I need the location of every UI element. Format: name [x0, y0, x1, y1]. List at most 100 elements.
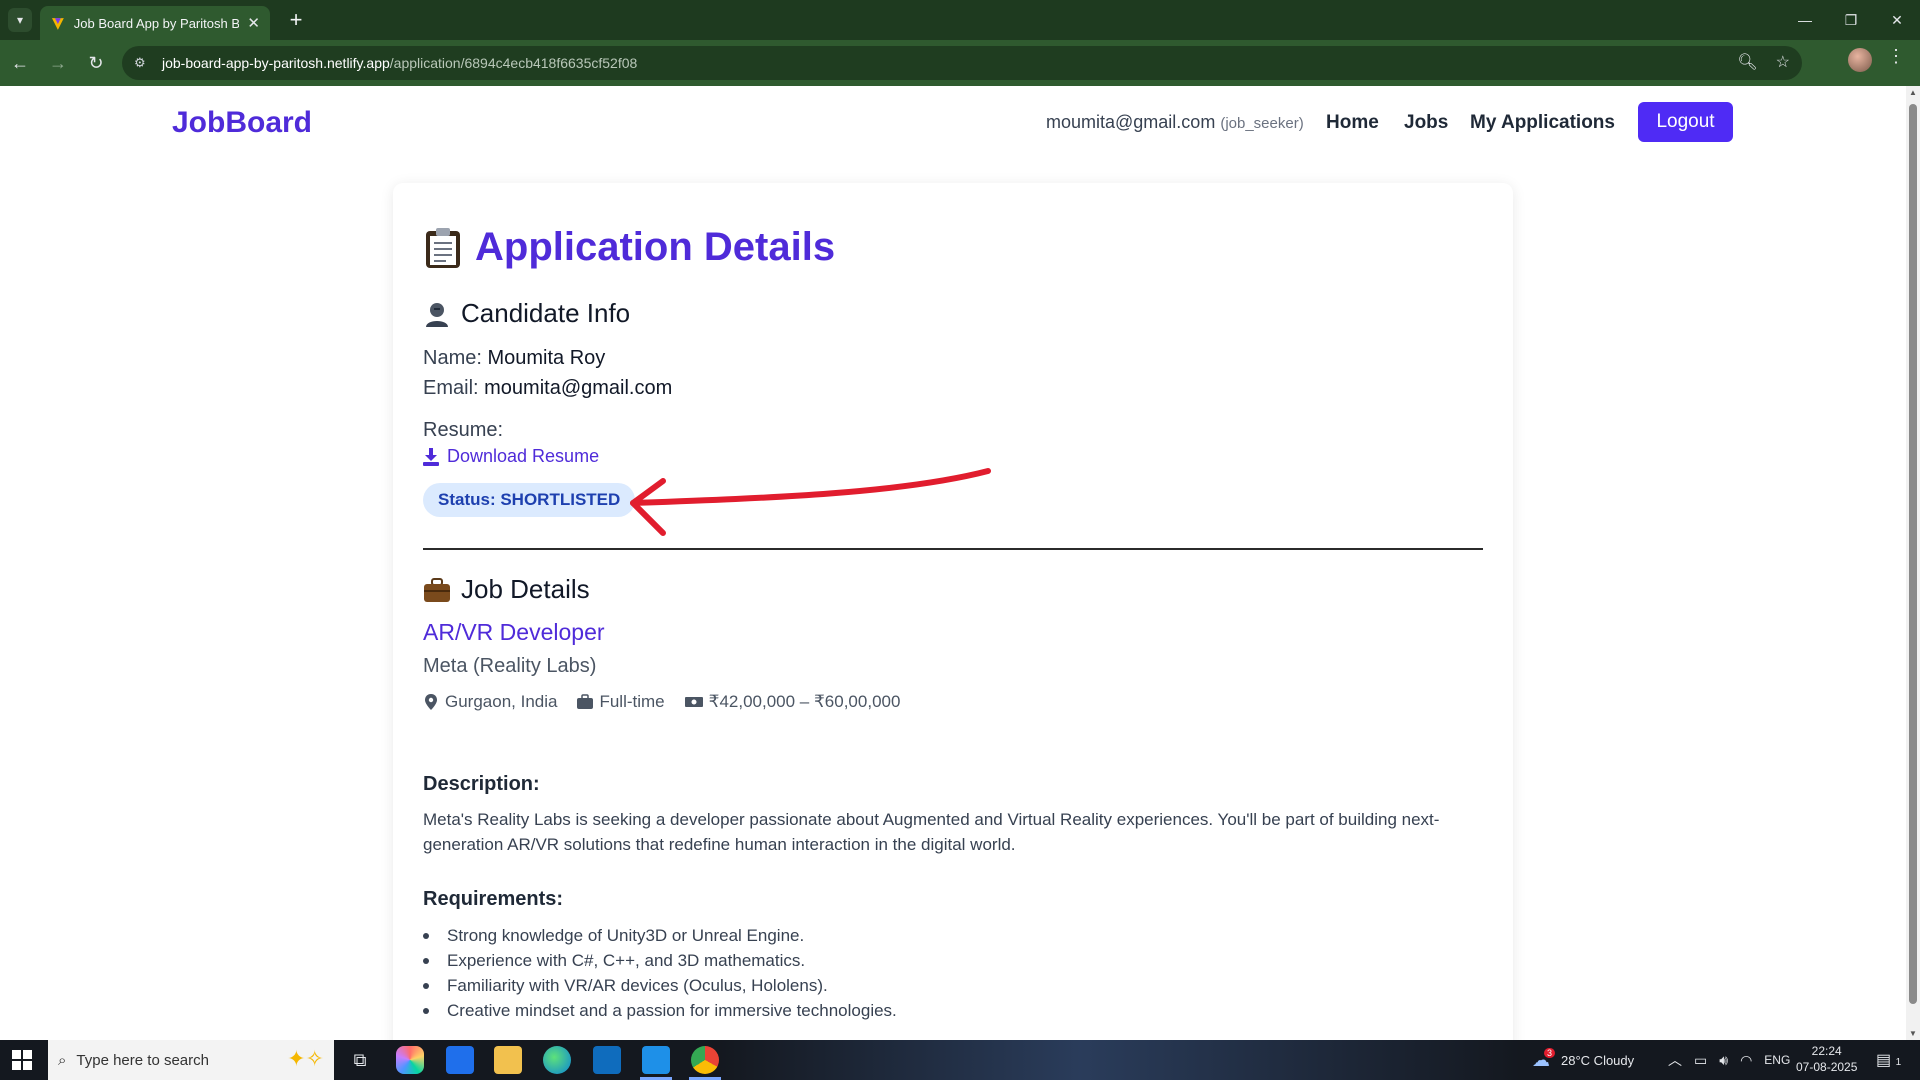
job-type: Full-time: [577, 692, 665, 712]
web-page: JobBoard moumita@gmail.com (job_seeker) …: [0, 86, 1906, 1080]
clock-time: 22:24: [1811, 1044, 1842, 1058]
list-item: Strong knowledge of Unity3D or Unreal En…: [423, 923, 897, 948]
candidate-email: Email: moumita@gmail.com: [423, 377, 672, 400]
nav-jobs-link[interactable]: Jobs: [1404, 112, 1448, 134]
scroll-thumb[interactable]: [1909, 104, 1917, 1004]
forward-arrow-icon[interactable]: →: [40, 45, 76, 81]
tab-search-chevron-icon[interactable]: ▾: [8, 8, 32, 32]
new-tab-plus-icon[interactable]: +: [282, 6, 310, 34]
page-title: Application Details: [423, 225, 835, 270]
description-label: Description:: [423, 773, 540, 795]
minimize-icon[interactable]: —: [1782, 0, 1828, 40]
taskbar-background-glow: [720, 1040, 1520, 1080]
notification-center-icon[interactable]: ▤ 1: [1876, 1050, 1901, 1070]
address-bar[interactable]: ⚙ job-board-app-by-paritosh.netlify.app …: [122, 46, 1802, 80]
application-card: Application Details Candidate Info Name:…: [393, 183, 1513, 1080]
user-role: (job_seeker): [1220, 115, 1304, 132]
taskbar-search-box[interactable]: ⌕ Type here to search ✦✧: [48, 1040, 334, 1080]
job-location: Gurgaon, India: [423, 692, 557, 712]
tab-close-icon[interactable]: ✕: [247, 14, 260, 32]
site-navbar: JobBoard moumita@gmail.com (job_seeker) …: [0, 86, 1906, 154]
nav-home-link[interactable]: Home: [1326, 112, 1379, 134]
list-item: Creative mindset and a passion for immer…: [423, 998, 897, 1023]
candidate-info-heading: Candidate Info: [423, 298, 630, 329]
status-badge: Status: SHORTLISTED: [423, 483, 636, 517]
scroll-up-arrow-icon[interactable]: ▲: [1909, 88, 1917, 97]
requirements-label: Requirements:: [423, 888, 564, 910]
requirement-text: Experience with C#, C++, and 3D mathemat…: [447, 950, 806, 970]
copilot-icon[interactable]: [396, 1046, 424, 1074]
bullet: [423, 957, 429, 964]
user-silhouette-icon: [426, 302, 448, 327]
url-path: /application/6894c4ecb418f6635cf52f08: [389, 55, 638, 71]
chrome-icon[interactable]: [691, 1046, 719, 1074]
netlify-favicon-icon: [51, 18, 64, 30]
briefcase-icon: [424, 577, 450, 602]
job-meta: Gurgaon, India Full-time ₹42,00,000 – ₹6…: [423, 692, 900, 712]
job-location-text: Gurgaon, India: [445, 692, 558, 711]
meet-now-icon[interactable]: ▭: [1694, 1052, 1707, 1069]
email-value: moumita@gmail.com: [484, 377, 673, 399]
current-user: moumita@gmail.com (job_seeker): [1046, 112, 1304, 133]
bullet: [423, 982, 429, 989]
nav-my-applications-link[interactable]: My Applications: [1470, 112, 1615, 134]
outlook-icon[interactable]: [593, 1046, 621, 1074]
file-explorer-icon[interactable]: [494, 1046, 522, 1074]
email-label: Email:: [423, 377, 479, 399]
job-details-heading: Job Details: [423, 574, 590, 605]
browser-tab[interactable]: Job Board App by Paritosh Barm ✕: [40, 6, 270, 40]
requirements-list: Strong knowledge of Unity3D or Unreal En…: [423, 923, 897, 1023]
page-title-text: Application Details: [475, 225, 836, 269]
job-salary-text: ₹42,00,000 – ₹60,00,000: [708, 692, 901, 711]
weather-widget[interactable]: ☁ 3 28°C Cloudy: [1532, 1040, 1634, 1080]
candidate-info-heading-text: Candidate Info: [461, 298, 631, 328]
task-view-icon[interactable]: ⧉: [346, 1046, 374, 1074]
windows-start-icon[interactable]: [12, 1050, 32, 1070]
browser-menu-icon[interactable]: ⋮: [1886, 46, 1906, 67]
clipboard-icon: [426, 227, 460, 268]
page-scrollbar[interactable]: ▲ ▼: [1906, 86, 1920, 1040]
requirement-text: Familiarity with VR/AR devices (Oculus, …: [447, 975, 828, 995]
site-info-icon[interactable]: ⚙: [134, 55, 156, 71]
profile-avatar[interactable]: [1848, 48, 1872, 72]
back-arrow-icon[interactable]: ←: [2, 45, 38, 81]
list-item: Familiarity with VR/AR devices (Oculus, …: [423, 973, 897, 998]
bullet: [423, 932, 429, 939]
brand-logo[interactable]: JobBoard: [172, 106, 312, 140]
job-details-heading-text: Job Details: [461, 574, 590, 604]
search-highlight-sparkle-icon: ✦✧: [287, 1046, 324, 1071]
edge-browser-icon[interactable]: [543, 1046, 571, 1074]
candidate-name: Name: Moumita Roy: [423, 347, 605, 370]
bookmark-star-icon[interactable]: ☆: [1776, 52, 1790, 72]
job-salary: ₹42,00,000 – ₹60,00,000: [684, 692, 901, 712]
job-title-link[interactable]: AR/VR Developer: [423, 619, 605, 646]
weather-text: 28°C Cloudy: [1561, 1052, 1635, 1068]
clock-date: 07-08-2025: [1796, 1060, 1858, 1074]
name-label: Name:: [423, 347, 482, 369]
close-window-icon[interactable]: ✕: [1874, 0, 1920, 40]
logout-button[interactable]: Logout: [1638, 102, 1733, 142]
volume-icon[interactable]: 🔊︎: [1719, 1052, 1728, 1069]
restore-icon[interactable]: ❐: [1828, 0, 1874, 40]
browser-tabstrip: ▾ Job Board App by Paritosh Barm ✕ + — ❐…: [0, 0, 1920, 40]
zoom-icon[interactable]: 🔍︎: [1737, 52, 1757, 72]
scroll-down-arrow-icon[interactable]: ▼: [1909, 1029, 1917, 1038]
map-pin-icon: [425, 694, 437, 710]
taskbar-clock[interactable]: 22:24 07-08-2025: [1796, 1043, 1857, 1075]
vscode-icon[interactable]: [642, 1046, 670, 1074]
money-bill-icon: [684, 697, 703, 707]
requirement-text: Creative mindset and a passion for immer…: [447, 1000, 897, 1020]
bullet: [423, 1007, 429, 1014]
wifi-icon[interactable]: ◠: [1740, 1052, 1752, 1069]
notification-icon: ▤: [1876, 1052, 1892, 1069]
name-value: Moumita Roy: [487, 347, 606, 369]
red-annotation-arrow: [630, 468, 991, 536]
reload-icon[interactable]: ↻: [78, 45, 114, 81]
tray-chevron-icon[interactable]: ︿: [1668, 1050, 1682, 1070]
user-email: moumita@gmail.com: [1046, 112, 1216, 132]
system-tray: ︿ ▭ 🔊︎ ◠ ENG: [1668, 1040, 1790, 1080]
language-indicator[interactable]: ENG: [1764, 1053, 1790, 1067]
microsoft-store-icon[interactable]: [446, 1046, 474, 1074]
taskbar-search-placeholder: Type here to search: [76, 1051, 209, 1069]
download-resume-link[interactable]: Download Resume: [423, 446, 599, 467]
